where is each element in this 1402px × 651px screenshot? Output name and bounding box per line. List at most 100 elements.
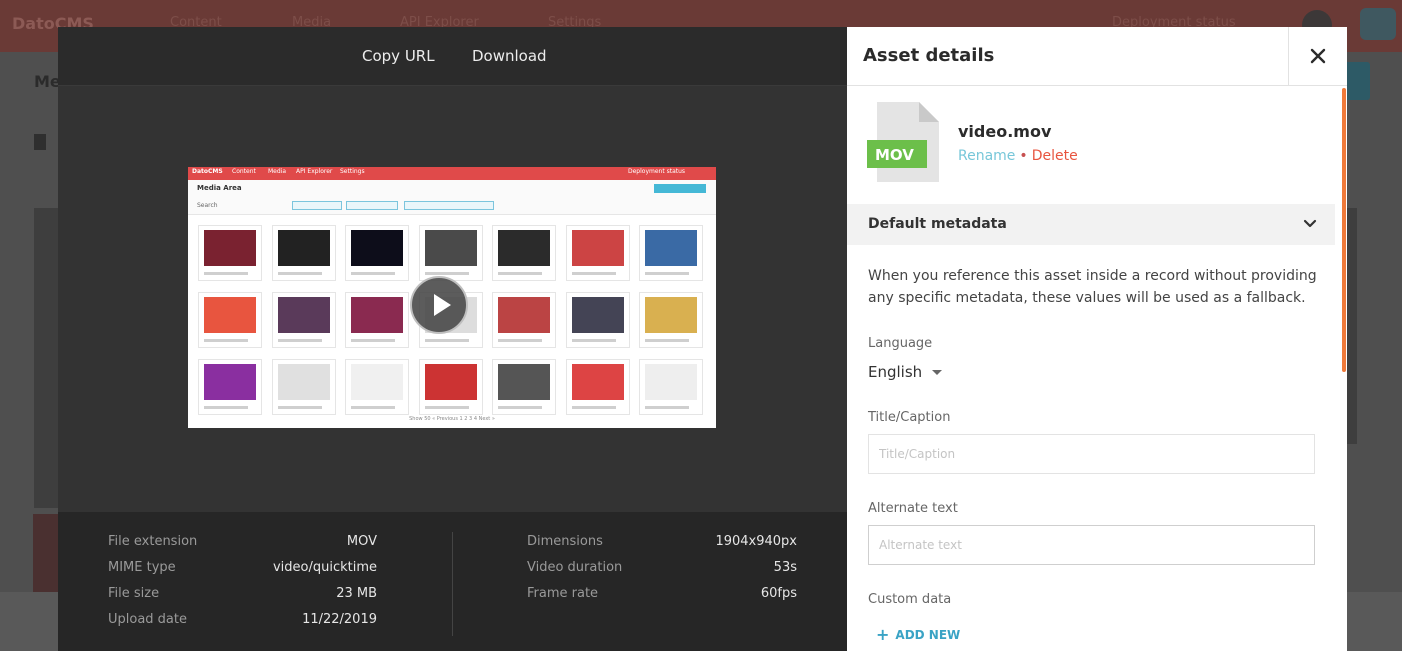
- thumbnail-grid-item: [492, 359, 556, 415]
- plus-icon: +: [876, 625, 890, 644]
- info-value: 11/22/2019: [302, 612, 377, 627]
- info-value: MOV: [346, 534, 377, 549]
- thumbnail-grid-caption: [645, 272, 689, 275]
- file-info-panel: File extension MOV MIME type video/quick…: [58, 512, 847, 651]
- info-value: 60fps: [760, 586, 797, 601]
- copy-url-button[interactable]: Copy URL: [362, 47, 435, 65]
- sidebar-scrollbar[interactable]: [1342, 88, 1346, 372]
- thumbnail-grid-image: [424, 230, 477, 266]
- info-value: 23 MB: [336, 586, 377, 601]
- custom-data-label: Custom data: [868, 592, 952, 607]
- download-button[interactable]: Download: [472, 47, 547, 65]
- file-badge-text: MOV: [875, 146, 914, 164]
- file-extension-row: File extension MOV: [108, 534, 377, 554]
- thumbnail-grid-image: [498, 230, 550, 266]
- alternate-text-input[interactable]: [868, 525, 1315, 565]
- thumbnail-filter: [292, 201, 342, 210]
- video-duration-row: Video duration 53s: [527, 560, 797, 580]
- thumbnail-grid-caption: [645, 339, 689, 342]
- info-label: MIME type: [108, 560, 176, 575]
- thumbnail-grid-image: [645, 364, 697, 400]
- thumbnail-grid-item: [565, 292, 630, 348]
- upload-date-row: Upload date 11/22/2019: [108, 612, 377, 632]
- info-divider: [452, 532, 453, 636]
- alternate-text-label: Alternate text: [868, 501, 958, 516]
- sidebar-header: Asset details: [847, 27, 1347, 86]
- caret-down-icon: [932, 370, 943, 375]
- thumbnail-grid-caption: [351, 272, 395, 275]
- thumbnail-grid-caption: [571, 406, 616, 409]
- chevron-down-icon: [1303, 219, 1317, 228]
- thumbnail-deployment: Deployment status: [628, 168, 686, 175]
- asset-details-sidebar: Asset details MOV video.mov Rename • Delet…: [847, 27, 1347, 651]
- play-icon[interactable]: [410, 276, 468, 334]
- sidebar-title: Asset details: [863, 45, 995, 66]
- thumbnail-grid-image: [204, 364, 256, 400]
- language-select[interactable]: English: [868, 363, 943, 381]
- thumbnail-grid-caption: [498, 272, 542, 275]
- title-caption-label: Title/Caption: [868, 410, 951, 425]
- thumbnail-grid-item: [198, 359, 262, 415]
- background-help-button: [1360, 8, 1396, 40]
- thumbnail-toolbar: Media Area Search: [188, 180, 716, 215]
- thumbnail-grid-caption: [498, 406, 542, 409]
- close-icon: [1310, 48, 1326, 64]
- thumbnail-search-label: Search: [197, 202, 218, 209]
- thumbnail-grid-image: [498, 297, 550, 333]
- thumbnail-nav-settings: Settings: [340, 168, 365, 175]
- info-label: File extension: [108, 534, 198, 549]
- preview-toolbar: Copy URL Download: [58, 27, 847, 86]
- thumbnail-grid-caption: [204, 272, 248, 275]
- thumbnail-nav-api: API Explorer: [296, 168, 333, 175]
- thumbnail-grid-caption: [645, 406, 689, 409]
- file-size-row: File size 23 MB: [108, 586, 377, 606]
- thumbnail-grid-item: [492, 292, 556, 348]
- thumbnail-grid-caption: [204, 406, 248, 409]
- add-new-button[interactable]: + ADD NEW: [876, 625, 960, 644]
- thumbnail-grid-item: [639, 359, 703, 415]
- frame-rate-row: Frame rate 60fps: [527, 586, 797, 606]
- thumbnail-grid-image: [645, 297, 697, 333]
- thumbnail-grid-caption: [571, 272, 616, 275]
- add-new-label: ADD NEW: [895, 628, 961, 642]
- thumbnail-topbar: DatoCMS Content Media API Explorer Setti…: [188, 167, 716, 180]
- thumbnail-grid-image: [351, 297, 403, 333]
- thumbnail-pager: Show 50 « Previous 1 2 3 4 Next »: [409, 416, 495, 422]
- thumbnail-grid-item: [639, 225, 703, 281]
- background-bookmark-icon: [34, 134, 46, 150]
- dimensions-row: Dimensions 1904x940px: [527, 534, 797, 554]
- thumbnail-title: Media Area: [197, 184, 242, 192]
- title-caption-input[interactable]: [868, 434, 1315, 474]
- mime-type-row: MIME type video/quicktime: [108, 560, 377, 580]
- asset-preview-panel: Copy URL Download DatoCMS Content Media …: [58, 27, 847, 651]
- background-card: [34, 208, 58, 508]
- close-button[interactable]: [1288, 27, 1347, 86]
- info-value: video/quicktime: [272, 560, 377, 575]
- thumbnail-grid-item: [271, 359, 336, 415]
- thumbnail-grid-item: [639, 292, 703, 348]
- language-label: Language: [868, 336, 933, 351]
- thumbnail-grid-item: [565, 225, 630, 281]
- thumbnail-grid-caption: [498, 339, 542, 342]
- thumbnail-grid-item: [565, 359, 630, 415]
- delete-link[interactable]: Delete: [1032, 148, 1078, 164]
- thumbnail-grid-item: [271, 225, 336, 281]
- thumbnail-grid-image: [204, 230, 256, 266]
- thumbnail-grid-image: [277, 297, 330, 333]
- thumbnail-grid-item: [271, 292, 336, 348]
- info-label: Dimensions: [527, 534, 603, 549]
- thumbnail-nav-content: Content: [232, 168, 256, 175]
- thumbnail-grid-caption: [351, 339, 395, 342]
- thumbnail-grid-image: [277, 230, 330, 266]
- thumbnail-upload-button: [654, 184, 706, 193]
- thumbnail-grid-image: [571, 230, 624, 266]
- thumbnail-logo: DatoCMS: [192, 168, 223, 175]
- thumbnail-grid-image: [277, 364, 330, 400]
- thumbnail-grid-caption: [277, 339, 322, 342]
- default-metadata-toggle[interactable]: Default metadata: [847, 204, 1335, 245]
- rename-link[interactable]: Rename: [958, 148, 1015, 164]
- info-label: Frame rate: [527, 586, 599, 601]
- thumbnail-grid-item: [345, 292, 409, 348]
- language-value: English: [868, 363, 923, 381]
- thumbnail-grid-item: [345, 225, 409, 281]
